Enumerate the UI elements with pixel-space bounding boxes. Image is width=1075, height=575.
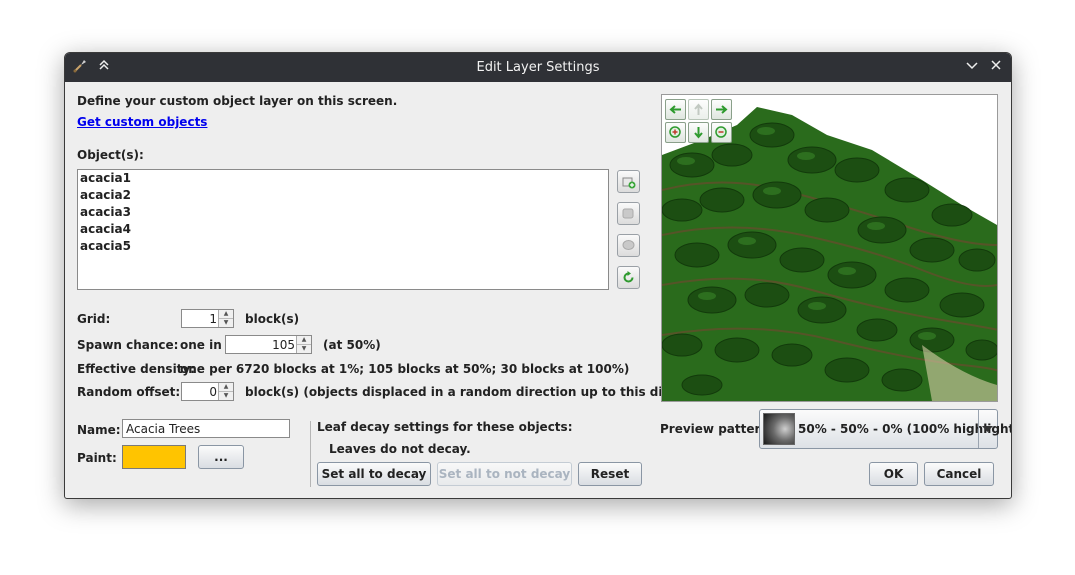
random-offset-value: 0	[209, 385, 217, 399]
vertical-divider	[310, 421, 311, 487]
effective-density-value: one per 6720 blocks at 1%; 105 blocks at…	[180, 362, 630, 376]
zoom-in-button[interactable]	[665, 122, 686, 143]
edit-object-icon	[622, 208, 634, 219]
pan-left-button[interactable]	[665, 99, 686, 120]
close-icon[interactable]	[987, 58, 1005, 76]
paint-color-swatch[interactable]	[122, 445, 186, 469]
random-offset-spinner[interactable]: 0 ▲ ▼	[181, 382, 234, 401]
caret-down-icon	[982, 426, 993, 432]
preview-pattern-label: Preview pattern:	[660, 422, 774, 436]
list-item[interactable]: acacia4	[78, 221, 608, 238]
list-item[interactable]: acacia3	[78, 204, 608, 221]
spawn-chance-value: 105	[272, 338, 295, 352]
grid-value: 1	[209, 312, 217, 326]
grid-label: Grid:	[77, 312, 111, 326]
window-title: Edit Layer Settings	[476, 60, 600, 75]
edit-object-button[interactable]	[617, 202, 640, 225]
get-custom-objects-link[interactable]: Get custom objects	[77, 115, 207, 129]
intro-description: Define your custom object layer on this …	[77, 94, 398, 108]
name-field[interactable]: Acacia Trees	[122, 419, 290, 438]
combo-dropdown-button[interactable]	[978, 410, 997, 448]
ok-button[interactable]: OK	[869, 462, 918, 486]
set-all-to-not-decay-button[interactable]: Set all to not decay	[437, 462, 572, 486]
paint-chooser-button[interactable]: ...	[198, 445, 244, 469]
objects-list[interactable]: acacia1 acacia2 acacia3 acacia4 acacia5	[77, 169, 609, 290]
reload-objects-button[interactable]	[617, 266, 640, 289]
chevron-down-icon[interactable]	[963, 58, 981, 76]
arrow-up-icon	[694, 103, 703, 115]
list-item[interactable]: acacia5	[78, 238, 608, 255]
pan-up-button[interactable]	[688, 99, 709, 120]
terrain-preview[interactable]	[661, 94, 998, 402]
arrow-left-icon	[669, 105, 681, 114]
grid-unit: block(s)	[245, 312, 300, 326]
grid-spinner[interactable]: 1 ▲ ▼	[181, 309, 234, 328]
spawn-chance-label: Spawn chance:	[77, 338, 179, 352]
spinner-arrows[interactable]: ▲ ▼	[218, 310, 233, 327]
list-item[interactable]: acacia1	[78, 170, 608, 187]
pan-right-button[interactable]	[711, 99, 732, 120]
zoom-in-icon	[669, 126, 681, 138]
spawn-chance-spinner[interactable]: 105 ▲ ▼	[225, 335, 312, 354]
arrow-right-icon	[716, 105, 728, 114]
effective-density-label: Effective density:	[77, 362, 196, 376]
title-bar[interactable]: Edit Layer Settings	[65, 53, 1011, 82]
edit-layer-settings-dialog: Edit Layer Settings Define your custom o…	[64, 52, 1012, 499]
zoom-out-icon	[715, 126, 727, 138]
pan-down-button[interactable]	[688, 122, 709, 143]
add-object-icon	[622, 177, 636, 189]
remove-object-button[interactable]	[617, 234, 640, 257]
reset-button[interactable]: Reset	[578, 462, 642, 486]
pattern-thumbnail	[763, 413, 795, 445]
zoom-out-button[interactable]	[711, 122, 732, 143]
list-item[interactable]: acacia2	[78, 187, 608, 204]
random-offset-suffix: block(s) (objects displaced in a random …	[245, 385, 713, 399]
preview-pattern-combo[interactable]: 50% - 50% - 0% (100% highlight)	[759, 409, 1011, 449]
spawn-suffix: (at 50%)	[323, 338, 381, 352]
objects-label: Object(s):	[77, 148, 144, 162]
spawn-prefix: one in	[180, 338, 222, 352]
remove-object-icon	[622, 240, 635, 250]
spinner-arrows[interactable]: ▲ ▼	[218, 383, 233, 400]
name-label: Name:	[77, 423, 121, 437]
leaf-decay-heading: Leaf decay settings for these objects:	[317, 420, 573, 434]
reload-icon	[623, 271, 634, 283]
arrow-down-icon	[694, 127, 703, 139]
leaf-decay-status: Leaves do not decay.	[329, 442, 471, 456]
set-all-to-decay-button[interactable]: Set all to decay	[317, 462, 431, 486]
cancel-button[interactable]: Cancel	[924, 462, 994, 486]
random-offset-label: Random offset:	[77, 385, 181, 399]
add-object-button[interactable]	[617, 170, 640, 193]
spinner-arrows[interactable]: ▲ ▼	[296, 336, 311, 353]
paint-label: Paint:	[77, 451, 117, 465]
